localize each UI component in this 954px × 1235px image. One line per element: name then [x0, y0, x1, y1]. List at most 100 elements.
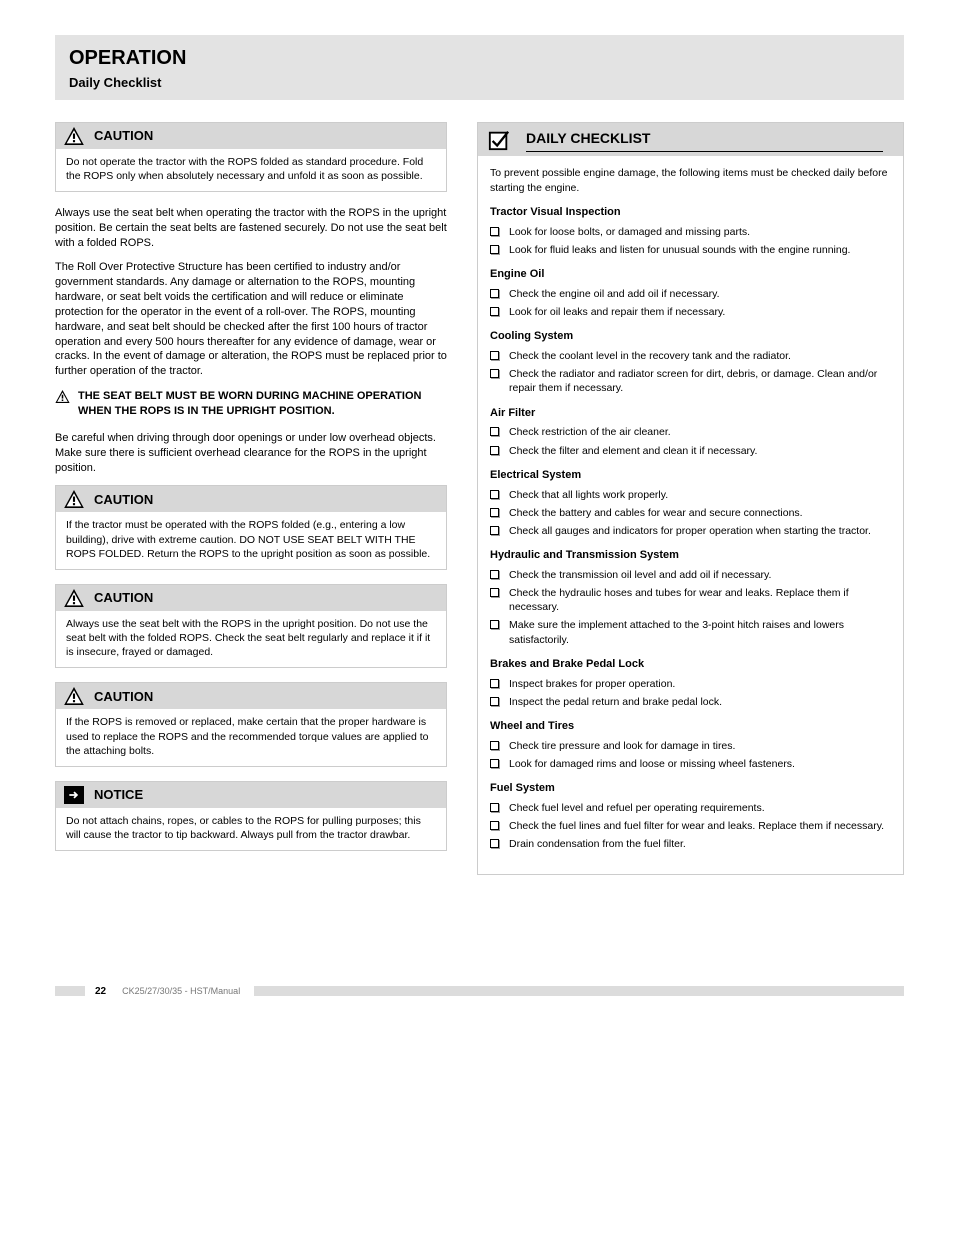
- checklist-item: Make sure the implement attached to the …: [490, 618, 891, 646]
- checkbox-empty-icon[interactable]: [490, 307, 499, 316]
- arrow-box-icon: [64, 786, 84, 804]
- footer-text: CK25/27/30/35 - HST/Manual: [116, 985, 246, 997]
- content-columns: CAUTION Do not operate the tractor with …: [55, 122, 904, 875]
- checkbox-empty-icon[interactable]: [490, 570, 499, 579]
- checkbox-empty-icon[interactable]: [490, 679, 499, 688]
- checklist-item: Check restriction of the air cleaner.: [490, 425, 891, 439]
- checklist-item: Look for loose bolts, or damaged and mis…: [490, 225, 891, 239]
- checklist-item: Check all gauges and indicators for prop…: [490, 524, 891, 538]
- checklist-item: Drain condensation from the fuel filter.: [490, 837, 891, 851]
- checklist-item-text: Check the battery and cables for wear an…: [509, 506, 803, 520]
- checklist-item-text: Look for damaged rims and loose or missi…: [509, 757, 795, 771]
- checkbox-empty-icon[interactable]: [490, 490, 499, 499]
- checkbox-empty-icon[interactable]: [490, 741, 499, 750]
- checklist-item: Check the engine oil and add oil if nece…: [490, 287, 891, 301]
- checkbox-empty-icon[interactable]: [490, 620, 499, 629]
- callout-head: CAUTION: [56, 123, 446, 149]
- caution-callout-2: CAUTION If the tractor must be operated …: [55, 485, 447, 570]
- warning-triangle-icon: [64, 589, 84, 607]
- footer-decoration: [254, 986, 904, 996]
- checklist-item-text: Look for loose bolts, or damaged and mis…: [509, 225, 750, 239]
- checklist-item: Check the transmission oil level and add…: [490, 568, 891, 582]
- checkbox-empty-icon[interactable]: [490, 446, 499, 455]
- section-title: Hydraulic and Transmission System: [490, 548, 891, 563]
- warning-triangle-icon: [55, 390, 70, 403]
- inline-warning-text: THE SEAT BELT MUST BE WORN DURING MACHIN…: [78, 389, 447, 419]
- body-text: Always use the seat belt when operating …: [55, 206, 447, 379]
- callout-head: CAUTION: [56, 585, 446, 611]
- checklist-item-text: Drain condensation from the fuel filter.: [509, 837, 686, 851]
- caution-callout-3: CAUTION Always use the seat belt with th…: [55, 584, 447, 669]
- callout-label: CAUTION: [94, 589, 153, 607]
- checklist-item-text: Check all gauges and indicators for prop…: [509, 524, 871, 538]
- checklist-item-text: Make sure the implement attached to the …: [509, 618, 891, 646]
- checkbox-empty-icon[interactable]: [490, 803, 499, 812]
- checklist-item-text: Check tire pressure and look for damage …: [509, 739, 735, 753]
- checkbox-empty-icon[interactable]: [490, 227, 499, 236]
- checklist-section: Hydraulic and Transmission System Check t…: [490, 548, 891, 647]
- checkbox-empty-icon[interactable]: [490, 526, 499, 535]
- title-bar: OPERATION Daily Checklist: [55, 35, 904, 100]
- checklist-section: Engine Oil Check the engine oil and add o…: [490, 267, 891, 319]
- checklist-title: DAILY CHECKLIST: [526, 129, 883, 153]
- callout-head: CAUTION: [56, 683, 446, 709]
- checklist-item-text: Inspect brakes for proper operation.: [509, 677, 675, 691]
- checklist-item-text: Check the radiator and radiator screen f…: [509, 367, 891, 395]
- section-title: Wheel and Tires: [490, 719, 891, 734]
- checklist-head: DAILY CHECKLIST: [478, 123, 903, 157]
- checkbox-empty-icon[interactable]: [490, 245, 499, 254]
- section-title: Tractor Visual Inspection: [490, 205, 891, 220]
- section-title: Cooling System: [490, 329, 891, 344]
- checkbox-empty-icon[interactable]: [490, 351, 499, 360]
- paragraph: Be careful when driving through door ope…: [55, 431, 447, 476]
- checklist-item-text: Check restriction of the air cleaner.: [509, 425, 671, 439]
- footer: 22 CK25/27/30/35 - HST/Manual: [55, 985, 904, 999]
- checkbox-empty-icon[interactable]: [490, 289, 499, 298]
- checklist-item-text: Check fuel level and refuel per operatin…: [509, 801, 765, 815]
- checklist-item: Check the radiator and radiator screen f…: [490, 367, 891, 395]
- paragraph: Always use the seat belt when operating …: [55, 206, 447, 251]
- checklist-section: Electrical System Check that all lights w…: [490, 468, 891, 538]
- checklist-item: Check the battery and cables for wear an…: [490, 506, 891, 520]
- left-column: CAUTION Do not operate the tractor with …: [55, 122, 447, 866]
- checkbox-empty-icon[interactable]: [490, 508, 499, 517]
- checkbox-empty-icon[interactable]: [490, 821, 499, 830]
- checklist-item: Check tire pressure and look for damage …: [490, 739, 891, 753]
- checkbox-empty-icon[interactable]: [490, 588, 499, 597]
- callout-head: CAUTION: [56, 486, 446, 512]
- checklist-item-text: Check the coolant level in the recovery …: [509, 349, 791, 363]
- checkbox-empty-icon[interactable]: [490, 697, 499, 706]
- callout-label: NOTICE: [94, 786, 143, 804]
- notice-callout: NOTICE Do not attach chains, ropes, or c…: [55, 781, 447, 851]
- inline-warning: THE SEAT BELT MUST BE WORN DURING MACHIN…: [55, 389, 447, 419]
- checklist-item: Inspect brakes for proper operation.: [490, 677, 891, 691]
- checklist-item-text: Look for oil leaks and repair them if ne…: [509, 305, 725, 319]
- callout-label: CAUTION: [94, 688, 153, 706]
- checkbox-empty-icon[interactable]: [490, 839, 499, 848]
- warning-triangle-icon: [64, 127, 84, 145]
- section-title: Engine Oil: [490, 267, 891, 282]
- section-title: Air Filter: [490, 406, 891, 421]
- checklist-item: Check that all lights work properly.: [490, 488, 891, 502]
- section-title: Brakes and Brake Pedal Lock: [490, 657, 891, 672]
- callout-body: Do not operate the tractor with the ROPS…: [56, 149, 446, 191]
- checklist-section: Wheel and Tires Check tire pressure and l…: [490, 719, 891, 771]
- checkbox-empty-icon[interactable]: [490, 427, 499, 436]
- footer-decoration: [55, 986, 85, 996]
- checklist-item-text: Check the engine oil and add oil if nece…: [509, 287, 720, 301]
- section-title: Electrical System: [490, 468, 891, 483]
- page-title: OPERATION: [69, 45, 890, 72]
- callout-head: NOTICE: [56, 782, 446, 808]
- checklist-item: Look for damaged rims and loose or missi…: [490, 757, 891, 771]
- page-number: 22: [85, 985, 116, 999]
- checklist-item: Check the fuel lines and fuel filter for…: [490, 819, 891, 833]
- checklist-item: Check fuel level and refuel per operatin…: [490, 801, 891, 815]
- checklist-note: To prevent possible engine damage, the f…: [490, 166, 891, 194]
- checklist-section: Tractor Visual Inspection Look for loose …: [490, 205, 891, 257]
- page-subtitle: Daily Checklist: [69, 74, 890, 92]
- checkbox-empty-icon[interactable]: [490, 369, 499, 378]
- right-column: DAILY CHECKLIST To prevent possible engi…: [477, 122, 904, 875]
- checkbox-empty-icon[interactable]: [490, 759, 499, 768]
- checkbox-checked-icon: [488, 129, 510, 151]
- callout-label: CAUTION: [94, 127, 153, 145]
